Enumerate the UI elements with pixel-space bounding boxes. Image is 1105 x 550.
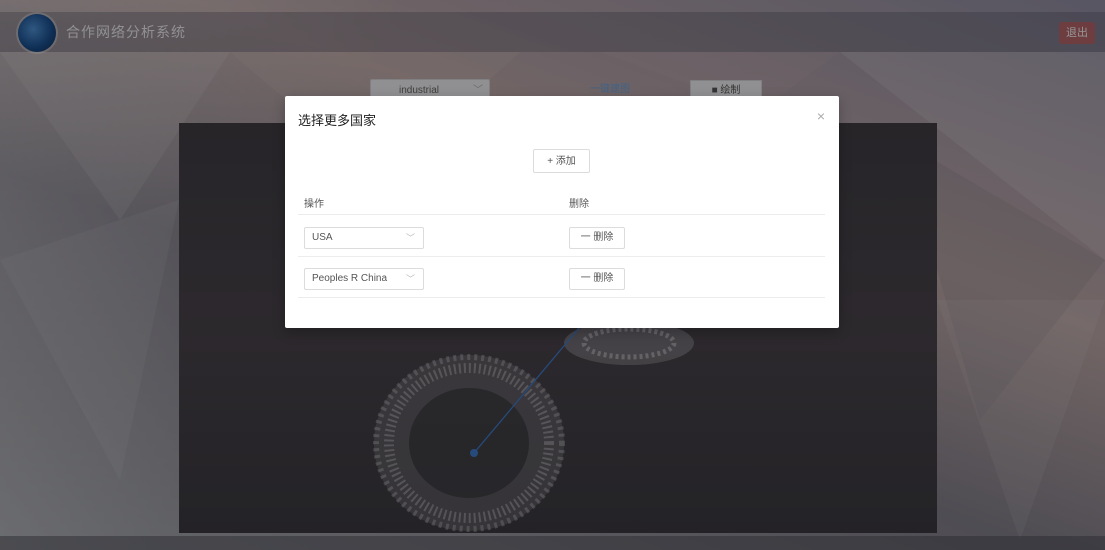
country-select-value: USA	[312, 232, 333, 243]
dialog-title: 选择更多国家	[298, 113, 377, 128]
close-icon[interactable]: ×	[817, 108, 825, 124]
add-country-button[interactable]: + 添加	[533, 149, 590, 173]
table-header: 操作 删除	[298, 188, 825, 215]
country-select[interactable]: USA ﹀	[304, 227, 424, 249]
delete-row-button[interactable]: 一 删除	[569, 227, 625, 249]
delete-row-button[interactable]: 一 删除	[569, 268, 625, 290]
chevron-down-icon: ﹀	[405, 233, 415, 243]
country-select-value: Peoples R China	[312, 273, 388, 284]
column-header-operation: 操作	[304, 199, 324, 210]
select-countries-dialog: 选择更多国家 × + 添加 操作 删除 USA ﹀ 一 删除 Peoples R…	[285, 96, 839, 328]
table-row: Peoples R China ﹀ 一 删除	[298, 257, 825, 298]
chevron-down-icon: ﹀	[405, 274, 415, 284]
country-select[interactable]: Peoples R China ﹀	[304, 268, 424, 290]
table-row: USA ﹀ 一 删除	[298, 216, 825, 257]
column-header-delete: 删除	[569, 199, 589, 210]
